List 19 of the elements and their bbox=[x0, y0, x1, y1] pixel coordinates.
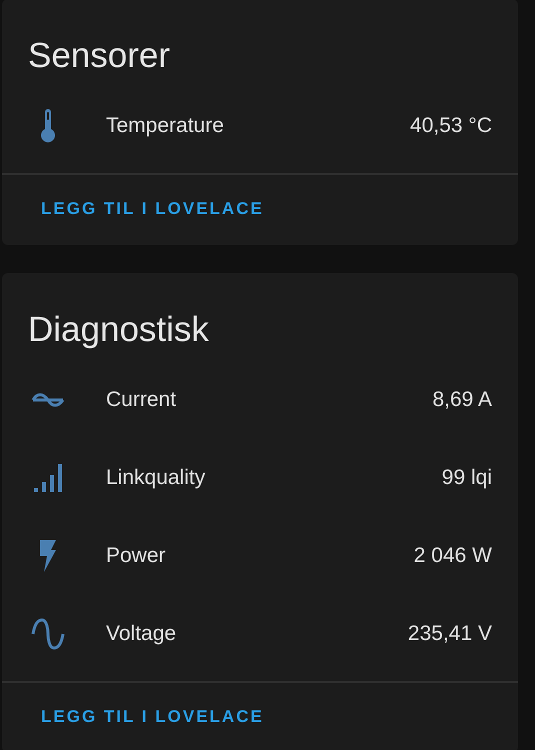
card-title: Sensorer bbox=[27, 35, 172, 77]
sensor-name: Current bbox=[106, 388, 178, 412]
sensor-value: 2 046 W bbox=[414, 544, 492, 568]
sensor-value: 40,53 °C bbox=[410, 114, 492, 138]
sensor-value: 8,69 A bbox=[432, 388, 492, 412]
sensor-name: Voltage bbox=[106, 622, 178, 646]
sensor-name: Power bbox=[106, 544, 167, 568]
thermometer-icon bbox=[40, 109, 56, 143]
sensor-name: Temperature bbox=[106, 114, 225, 138]
sensor-value: 99 lqi bbox=[442, 466, 492, 490]
add-to-lovelace-button[interactable]: LEGG TIL I LOVELACE bbox=[28, 191, 277, 227]
sensor-name: Linkquality bbox=[106, 466, 206, 490]
sine-wave-icon bbox=[31, 618, 65, 650]
signal-icon bbox=[33, 463, 63, 493]
wave-icon bbox=[31, 392, 65, 408]
lightning-icon bbox=[39, 539, 57, 573]
card-title: Diagnostisk bbox=[27, 309, 210, 351]
add-to-lovelace-button[interactable]: LEGG TIL I LOVELACE bbox=[28, 699, 277, 735]
sensor-value: 235,41 V bbox=[408, 622, 492, 646]
